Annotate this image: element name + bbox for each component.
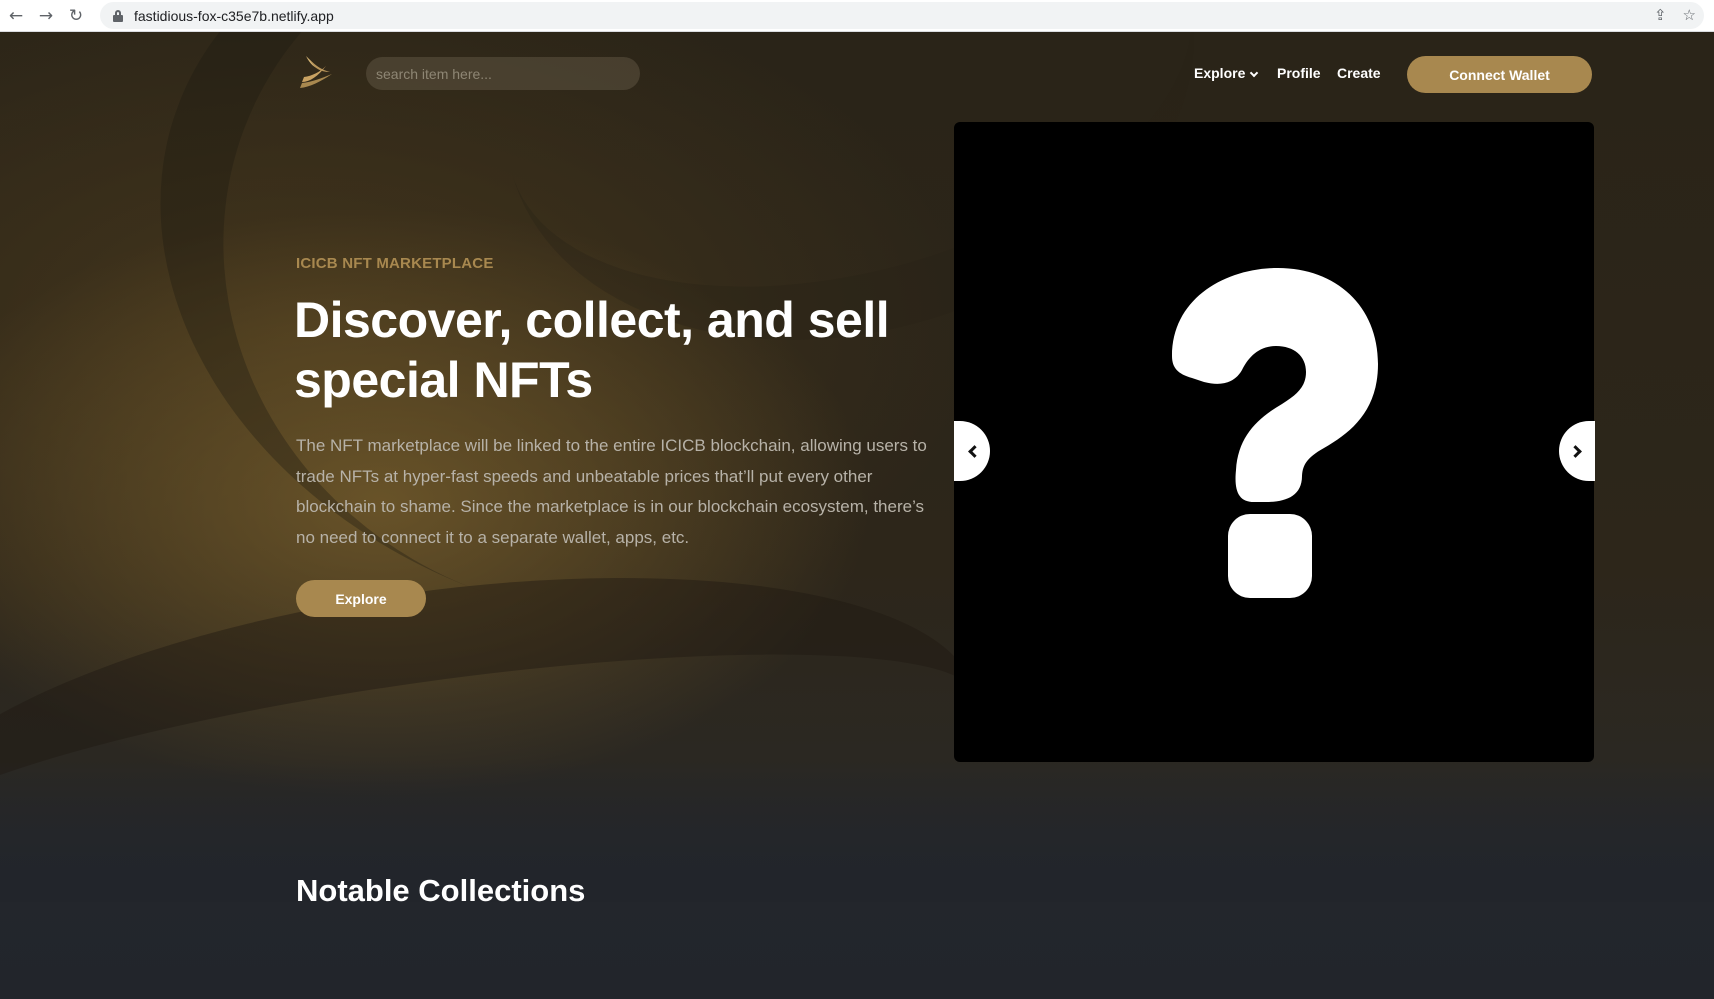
hero-description: The NFT marketplace will be linked to th…: [296, 436, 927, 547]
connect-wallet-button[interactable]: Connect Wallet: [1407, 56, 1592, 93]
nav-profile-link[interactable]: Profile: [1277, 65, 1321, 81]
nav-explore-dropdown[interactable]: Explore: [1194, 65, 1259, 81]
chevron-left-icon: [967, 444, 981, 458]
url-text[interactable]: fastidious-fox-c35e7b.netlify.app: [134, 8, 334, 24]
nft-preview-card[interactable]: [954, 122, 1594, 762]
chevron-down-icon: [1250, 68, 1259, 78]
explore-button[interactable]: Explore: [296, 580, 426, 617]
lock-icon[interactable]: [113, 10, 123, 22]
chevron-right-icon: [1568, 444, 1582, 458]
address-bar[interactable]: fastidious-fox-c35e7b.netlify.app ⇪ ☆: [100, 2, 1704, 29]
forward-icon[interactable]: →: [34, 4, 58, 28]
share-icon[interactable]: ⇪: [1654, 6, 1667, 24]
hero-eyebrow: ICICB NFT MARKETPLACE: [296, 255, 494, 272]
bookmark-star-icon[interactable]: ☆: [1683, 6, 1696, 24]
back-icon[interactable]: ←: [4, 4, 28, 28]
question-mark-icon: [1172, 268, 1378, 598]
nav-explore-label: Explore: [1194, 65, 1246, 81]
reload-icon[interactable]: ↻: [64, 4, 88, 28]
nav-create-link[interactable]: Create: [1337, 65, 1381, 81]
background-fade: [0, 762, 1714, 902]
browser-toolbar: ← → ↻ fastidious-fox-c35e7b.netlify.app …: [0, 0, 1714, 32]
hero-headline: Discover, collect, and sell special NFTs: [294, 292, 890, 408]
notable-collections-heading: Notable Collections: [296, 873, 586, 908]
